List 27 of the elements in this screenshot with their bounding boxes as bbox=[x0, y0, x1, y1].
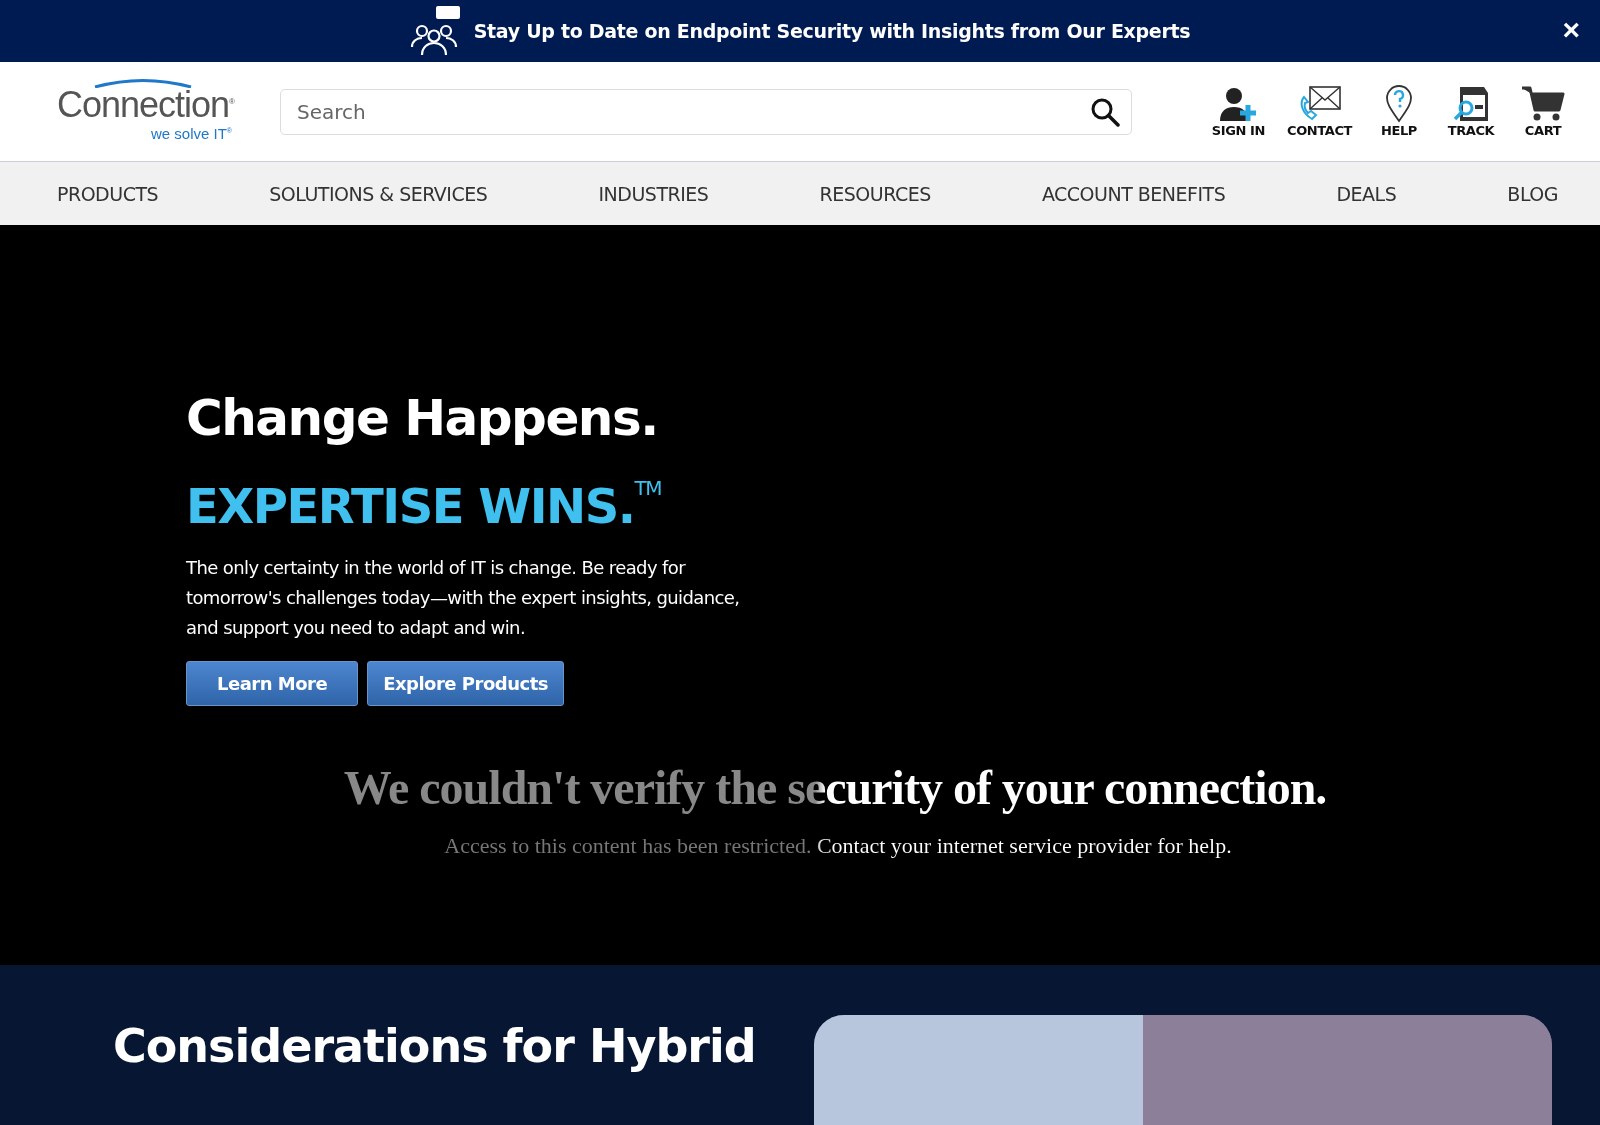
explore-products-button[interactable]: Explore Products bbox=[367, 661, 564, 706]
header-action-link[interactable]: SIGN IN bbox=[1211, 87, 1265, 138]
search-field[interactable]: Search bbox=[280, 88, 1132, 135]
map-pin-question-icon bbox=[1384, 85, 1414, 123]
nav-link[interactable]: RESOURCES bbox=[819, 182, 931, 205]
learn-more-button[interactable]: Learn More bbox=[186, 661, 359, 706]
nav-link[interactable]: ACCOUNT BENEFITS bbox=[1041, 182, 1226, 205]
cart-icon bbox=[1521, 85, 1565, 123]
nav-link[interactable]: PRODUCTS bbox=[57, 182, 159, 205]
hero-body-text: The only certainty in the world of IT is change. Be ready for tomorrow's challenges today—with the expert insights, guidance, and support you need to adapt and win. bbox=[186, 556, 741, 640]
search-icon[interactable] bbox=[1090, 96, 1120, 127]
nav-link[interactable]: INDUSTRIES bbox=[598, 182, 709, 205]
nav-link[interactable]: SOLUTIONS & SERVICES bbox=[269, 182, 488, 205]
header-action-link[interactable]: HELP bbox=[1374, 85, 1424, 138]
header-action-link[interactable]: CONTACT bbox=[1287, 85, 1352, 138]
close-button[interactable]: × bbox=[1558, 15, 1584, 45]
hero-title: Change Happens. bbox=[186, 388, 659, 449]
group-chat-icon bbox=[409, 5, 462, 57]
header-action-link[interactable]: CART bbox=[1518, 85, 1568, 138]
nav-link[interactable]: BLOG bbox=[1507, 182, 1558, 205]
package-search-icon bbox=[1451, 85, 1491, 123]
nav-link[interactable]: DEALS bbox=[1336, 182, 1397, 205]
feature-heading: Considerations for Hybrid bbox=[113, 1018, 756, 1075]
logo[interactable]: Connection$^{®}$ we solve IT$^{®}$ bbox=[58, 81, 234, 142]
hero-subtitle: EXPERTISE WINS.$^{TM}$ bbox=[186, 475, 662, 536]
promo-text[interactable]: Stay Up to Date on Endpoint Security with Insights from Our Experts bbox=[473, 20, 1191, 42]
header-action-link[interactable]: TRACK bbox=[1446, 85, 1496, 138]
